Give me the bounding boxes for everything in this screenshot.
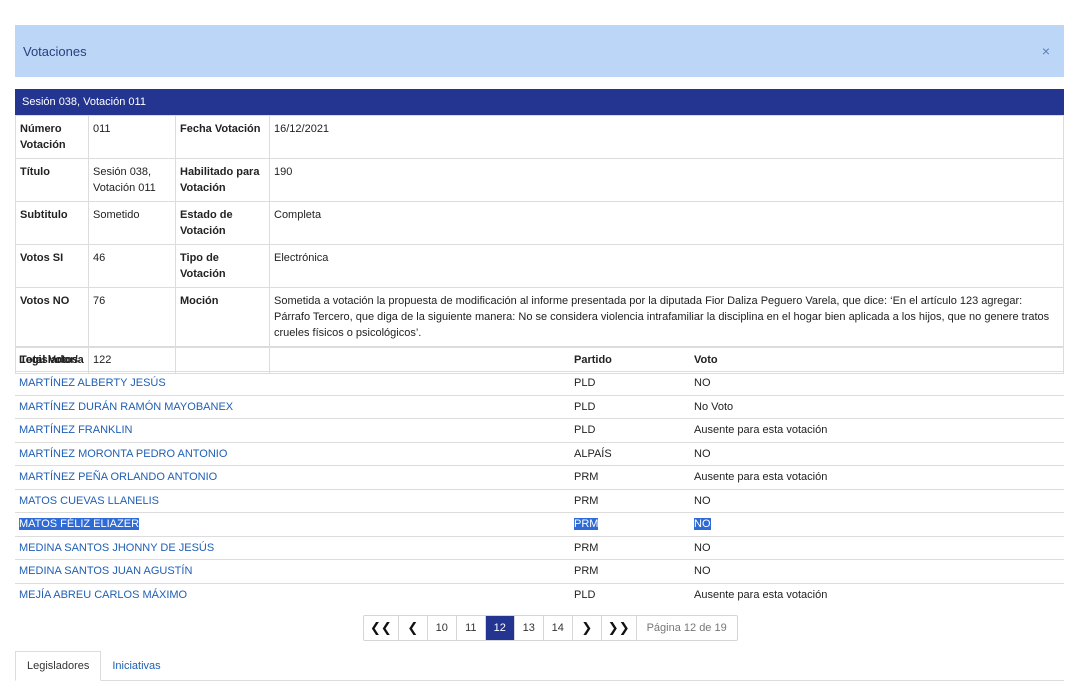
titulo-label: Título [15,158,89,202]
legislator-link[interactable]: MEJÍA ABREU CARLOS MÁXIMO [15,589,574,601]
table-row: MARTÍNEZ PEÑA ORLANDO ANTONIO PRM Ausent… [15,465,1064,489]
votos-no-value: 76 [88,287,176,347]
selected-text: NO [694,518,711,531]
votes-table-header: Legislador/a Partido Voto [15,347,1064,371]
estado-value: Completa [269,201,1064,245]
tab-legisladores[interactable]: Legisladores [15,651,102,681]
party-cell: PRM [574,494,599,507]
table-row: MARTÍNEZ MORONTA PEDRO ANTONIO ALPAÍS NO [15,441,1064,466]
legislator-link[interactable]: MARTÍNEZ FRANKLIN [15,424,574,436]
modal-header: Votaciones × [15,25,1064,77]
vote-cell: No Voto [694,400,734,413]
selected-text: PRM [574,518,599,531]
tabs: Legisladores Iniciativas [15,651,1064,681]
table-row: MEJÍA ABREU CARLOS MÁXIMO PLD Ausente pa… [15,582,1064,607]
tipo-label: Tipo de Votación [175,244,270,288]
header-legislador: Legislador/a [19,353,84,366]
vote-cell: Ausente para esta votación [694,588,828,601]
titulo-value: Sesión 038, Votación 011 [88,158,176,202]
session-title-bar: Sesión 038, Votación 011 [15,89,1064,115]
subtitulo-value: Sometido [88,201,176,245]
fecha-label: Fecha Votación [175,115,270,159]
first-page-icon[interactable]: ❮❮ [364,616,399,640]
header-voto: Voto [694,353,718,366]
habilitado-label: Habilitado para Votación [175,158,270,202]
numero-value: 011 [88,115,176,159]
table-row-selected: MATOS FÉLIZ ELIAZER PRM NO [15,512,1064,536]
party-cell: PLD [574,424,596,437]
page-button-13[interactable]: 13 [515,616,544,640]
legislator-link[interactable]: MATOS FÉLIZ ELIAZER [15,518,574,531]
table-row: MEDINA SANTOS JUAN AGUSTÍN PRM NO [15,559,1064,583]
vote-cell: NO [694,447,711,460]
votos-si-value: 46 [88,244,176,288]
legislator-link[interactable]: MATOS CUEVAS LLANELIS [15,495,574,507]
selected-text: MATOS FÉLIZ ELIAZER [19,518,140,531]
party-cell: PRM [574,541,599,554]
vote-cell: NO [694,377,711,390]
estado-label: Estado de Votación [175,201,270,245]
prev-page-icon[interactable]: ❮ [399,616,428,640]
numero-label: Número Votación [15,115,89,159]
page-info: Página 12 de 19 [646,622,727,634]
next-page-icon[interactable]: ❯ [573,616,602,640]
last-page-icon[interactable]: ❯❯ [602,616,637,640]
page-button-10[interactable]: 10 [428,616,457,640]
vote-cell: NO [694,494,711,507]
party-cell: PLD [574,400,596,413]
mocion-value: Sometida a votación la propuesta de modi… [269,287,1064,347]
vote-cell: NO [694,518,1064,531]
party-cell: ALPAÍS [574,447,612,460]
party-cell: PLD [574,588,596,601]
legislator-link[interactable]: MARTÍNEZ ALBERTY JESÚS [15,377,574,389]
legislator-link[interactable]: MARTÍNEZ PEÑA ORLANDO ANTONIO [15,471,574,483]
legislator-link[interactable]: MARTÍNEZ DURÁN RAMÓN MAYOBANEX [15,401,574,413]
table-row: MATOS CUEVAS LLANELIS PRM NO [15,488,1064,513]
party-cell: PRM [574,518,694,531]
subtitulo-label: Subtitulo [15,201,89,245]
party-cell: PLD [574,377,596,390]
legislator-link[interactable]: MEDINA SANTOS JUAN AGUSTÍN [15,565,574,577]
votos-no-label: Votos NO [15,287,89,347]
table-row: MEDINA SANTOS JHONNY DE JESÚS PRM NO [15,535,1064,560]
vote-cell: Ausente para esta votación [694,424,828,437]
votos-si-label: Votos SI [15,244,89,288]
vote-cell: Ausente para esta votación [694,471,828,484]
page-button-14[interactable]: 14 [544,616,573,640]
tab-iniciativas[interactable]: Iniciativas [101,651,171,681]
close-icon[interactable]: × [1042,43,1050,59]
legislator-link[interactable]: MEDINA SANTOS JHONNY DE JESÚS [15,542,574,554]
legislator-link[interactable]: MARTÍNEZ MORONTA PEDRO ANTONIO [15,448,574,460]
party-cell: PRM [574,565,599,578]
table-row: MARTÍNEZ DURÁN RAMÓN MAYOBANEX PLD No Vo… [15,394,1064,419]
page-button-current[interactable]: 12 [485,616,515,640]
mocion-label: Moción [175,287,270,347]
session-title: Sesión 038, Votación 011 [22,96,146,108]
votes-table: Legislador/a Partido Voto MARTÍNEZ ALBER… [15,347,1064,606]
vote-cell: NO [694,565,711,578]
table-row: MARTÍNEZ FRANKLIN PLD Ausente para esta … [15,418,1064,442]
party-cell: PRM [574,471,599,484]
header-partido: Partido [574,353,612,366]
modal-title: Votaciones [23,43,87,59]
vote-cell: NO [694,541,711,554]
habilitado-value: 190 [269,158,1064,202]
tipo-value: Electrónica [269,244,1064,288]
pagination: ❮❮ ❮ 10 11 12 13 14 ❯ ❯❯ Página 12 de 19 [363,615,738,641]
table-row: MARTÍNEZ ALBERTY JESÚS PLD NO [15,371,1064,395]
fecha-value: 16/12/2021 [269,115,1064,159]
page-button-11[interactable]: 11 [457,616,486,640]
vote-details-table: Número Votación 011 Fecha Votación 16/12… [15,115,1064,374]
